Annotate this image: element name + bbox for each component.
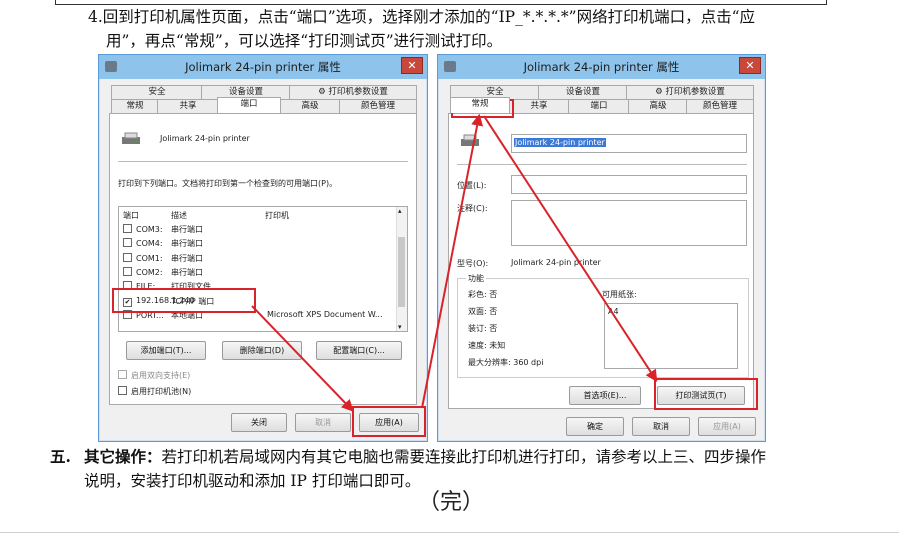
- end-mark: （完）: [418, 490, 485, 515]
- section5-line1: 其它操作：若打印机若局域网内有其它电脑也需要连接此打印机进行打印，请参考以上三、…: [84, 447, 767, 466]
- tab-ports[interactable]: 端口: [217, 97, 281, 113]
- arrow-general-to-test: [483, 115, 658, 383]
- arrow-apply-to-general: [421, 113, 484, 409]
- section5-label: 五.: [50, 447, 71, 466]
- tab-general[interactable]: 常规: [450, 97, 510, 113]
- section5-bold: 其它操作：: [84, 447, 162, 466]
- page-bottom-rule: [0, 532, 899, 533]
- arrow-port-to-apply: [251, 305, 354, 412]
